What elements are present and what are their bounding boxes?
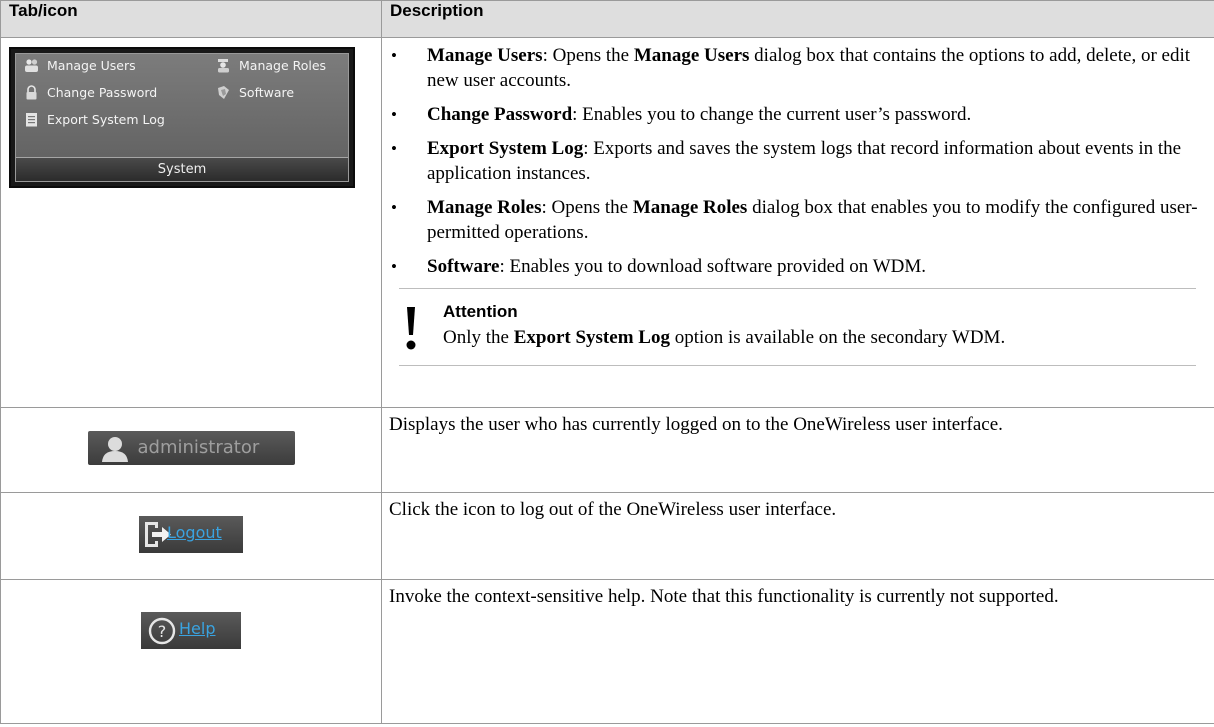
table-row: administrator Displays the user who has … (0, 407, 1214, 493)
manage-roles-label: Manage Roles (239, 58, 327, 73)
user-badge: administrator (87, 431, 295, 465)
software-item[interactable]: Software (216, 85, 294, 100)
tab-icon-cell: Logout (0, 492, 382, 580)
description-cell: Click the icon to log out of the OneWire… (381, 492, 1214, 580)
manage-users-item[interactable]: Manage Users (24, 58, 136, 73)
table-row: Manage Users Manage Roles Change Passwor… (0, 37, 1214, 408)
export-system-log-item[interactable]: Export System Log (24, 112, 165, 127)
column-header-description: Description (381, 0, 1214, 38)
attention-note: Attention Only the Export System Log opt… (399, 288, 1196, 366)
logout-link[interactable]: Logout (167, 523, 222, 542)
system-panel: Manage Users Manage Roles Change Passwor… (9, 47, 355, 188)
change-password-label: Change Password (47, 85, 158, 100)
svg-text:?: ? (158, 622, 167, 641)
help-icon: ? (148, 617, 176, 645)
change-password-item[interactable]: Change Password (24, 85, 157, 100)
description-cell: Manage Users: Opens the Manage Users dia… (381, 37, 1214, 408)
list-item: Manage Users: Opens the Manage Users dia… (382, 43, 1214, 93)
software-icon (216, 85, 231, 100)
help-description: Invoke the context-sensitive help. Note … (389, 586, 1059, 607)
list-item: Export System Log: Exports and saves the… (382, 136, 1214, 186)
tab-icon-cell: administrator (0, 407, 382, 493)
attention-title: Attention (443, 302, 518, 321)
software-label: Software (239, 85, 295, 100)
system-options-list: Manage Users: Opens the Manage Users dia… (382, 43, 1214, 279)
list-item: Change Password: Enables you to change t… (382, 102, 1214, 127)
list-item: Manage Roles: Opens the Manage Roles dia… (382, 195, 1214, 245)
export-system-log-label: Export System Log (47, 112, 165, 127)
logout-button[interactable]: Logout (139, 516, 243, 553)
tab-icon-cell: Manage Users Manage Roles Change Passwor… (0, 37, 382, 408)
attention-text: Only the Export System Log option is ava… (443, 327, 1006, 348)
user-icon (101, 437, 128, 462)
system-tab-label: System (16, 157, 348, 181)
tab-icon-cell: ? Help (0, 579, 382, 724)
table-row: ? Help Invoke the context-sensitive help… (0, 579, 1214, 724)
manage-roles-item[interactable]: Manage Roles (216, 58, 326, 73)
roles-icon (216, 58, 231, 73)
logout-description: Click the icon to log out of the OneWire… (389, 499, 837, 520)
help-button[interactable]: ? Help (141, 612, 241, 649)
column-header-tab-icon: Tab/icon (0, 0, 382, 38)
description-cell: Invoke the context-sensitive help. Note … (381, 579, 1214, 724)
table-header-row: Tab/icon Description (0, 0, 1214, 38)
exclamation-icon (406, 307, 416, 350)
user-name: administrator (137, 437, 260, 458)
reference-table: Tab/icon Description Manage Users Manage… (0, 0, 1214, 724)
table-row: Logout Click the icon to log out of the … (0, 492, 1214, 580)
description-cell: Displays the user who has currently logg… (381, 407, 1214, 493)
list-item: Software: Enables you to download softwa… (382, 254, 1214, 279)
help-link[interactable]: Help (179, 619, 215, 638)
lock-icon (24, 85, 39, 100)
log-file-icon (24, 112, 39, 127)
users-icon (24, 58, 39, 73)
manage-users-label: Manage Users (47, 58, 136, 73)
user-description: Displays the user who has currently logg… (389, 414, 1003, 435)
